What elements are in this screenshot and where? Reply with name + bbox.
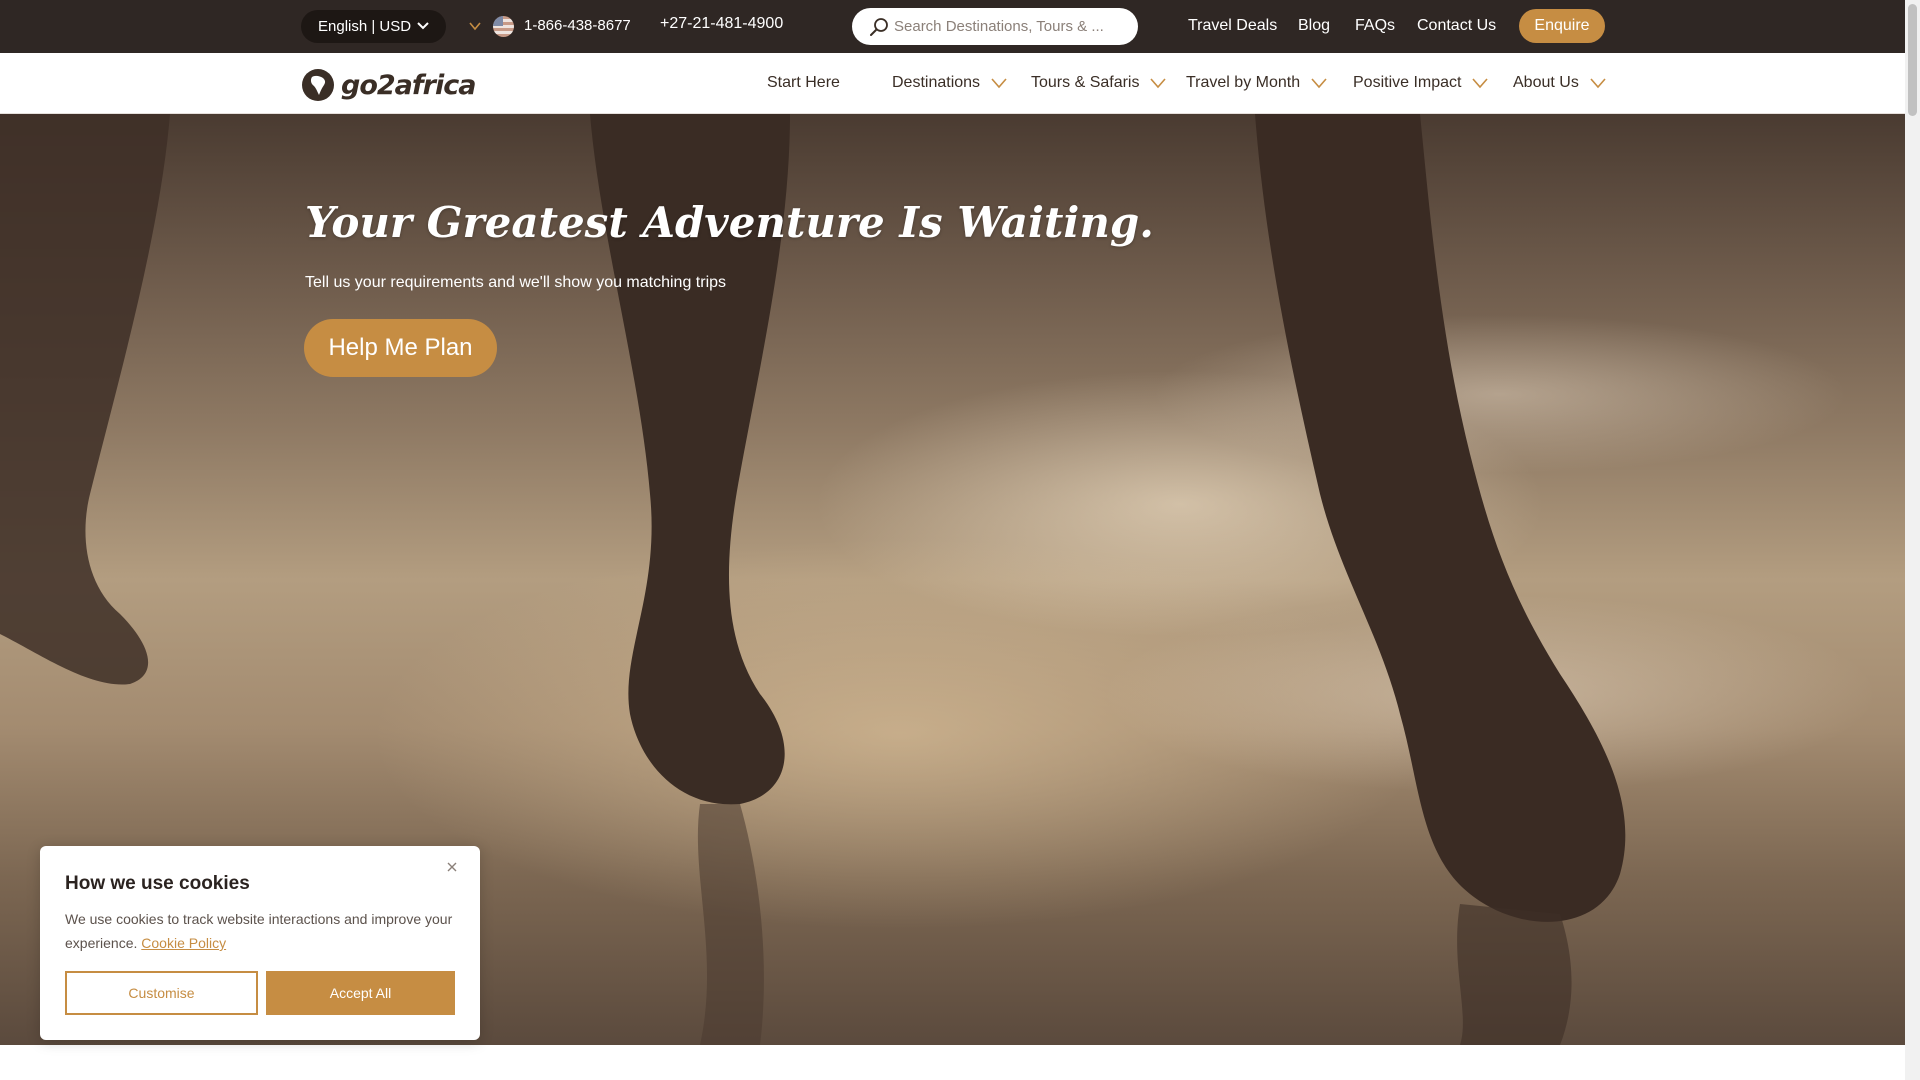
hero-subtitle: Tell us your requirements and we'll show… [305,274,727,291]
close-icon[interactable] [445,860,459,874]
nav-item-label: Tours & Safaris [1031,74,1140,91]
nav-item-destinations[interactable]: Destinations [892,74,1008,92]
search-input[interactable] [894,18,1114,35]
phone-primary-link[interactable]: 1-866-438-8677 [524,17,631,34]
us-flag-icon[interactable] [493,16,514,37]
nav-item-tours-safaris[interactable]: Tours & Safaris [1031,74,1167,92]
nav-item-travel-by-month[interactable]: Travel by Month [1186,74,1328,92]
page-scrollbar[interactable] [1905,0,1920,1080]
chevron-down-icon [1590,78,1606,89]
cookie-policy-link[interactable]: Cookie Policy [141,935,226,951]
nav-item-label: About Us [1513,74,1579,91]
help-me-plan-button[interactable]: Help Me Plan [304,319,497,377]
nav-item-positive-impact[interactable]: Positive Impact [1353,74,1489,92]
travel-deals-link[interactable]: Travel Deals [1188,17,1277,35]
contact-us-link[interactable]: Contact Us [1417,17,1496,35]
logo-text: go2africa [341,69,476,101]
nav-item-label: Travel by Month [1186,74,1301,91]
cookie-dialog-text: We use cookies to track website interact… [65,907,455,955]
nav-item-start-here[interactable]: Start Here [767,74,840,92]
blog-link[interactable]: Blog [1298,17,1330,35]
nav-item-label: Destinations [892,74,981,91]
cookie-consent-dialog: How we use cookies We use cookies to tra… [40,846,480,1040]
cookie-dialog-title: How we use cookies [65,873,250,894]
top-utility-bar: English | USD 1-866-438-8677 +27-21-481-… [0,0,1905,53]
language-currency-label: English | USD [318,18,412,35]
language-currency-selector[interactable]: English | USD [301,10,446,43]
phone-secondary-link[interactable]: +27-21-481-4900 [660,15,783,33]
chevron-down-icon [1311,78,1327,89]
nav-item-label: Start Here [767,74,840,91]
search-box[interactable] [852,8,1138,45]
chevron-down-icon [991,78,1007,89]
chevron-down-icon [1150,78,1167,89]
search-icon [870,18,888,36]
nav-item-label: Positive Impact [1353,74,1462,91]
nav-item-about-us[interactable]: About Us [1513,74,1607,92]
scrollbar-thumb[interactable] [1908,4,1917,116]
chevron-down-icon [1472,78,1489,89]
go2africa-logo[interactable]: go2africa [301,68,476,102]
customise-button[interactable]: Customise [65,971,258,1015]
hero-title: Your Greatest Adventure Is Waiting. [305,198,1154,247]
country-chevron-down-icon[interactable] [468,19,482,33]
faqs-link[interactable]: FAQs [1355,17,1395,35]
accept-all-button[interactable]: Accept All [266,971,455,1015]
enquire-button[interactable]: Enquire [1519,9,1605,43]
africa-logo-icon [302,69,334,101]
main-navigation: go2africa Start Here Destinations Tours … [0,53,1905,114]
cookie-description: We use cookies to track website interact… [65,911,453,951]
chevron-down-icon [417,22,429,30]
